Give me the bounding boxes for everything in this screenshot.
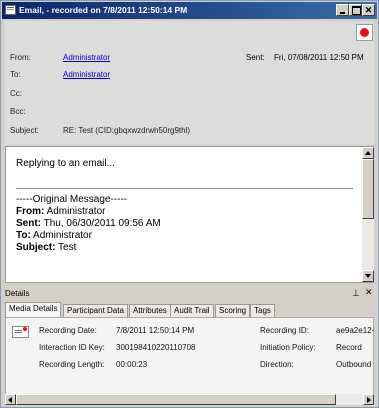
orig-sent-value: Thu, 06/30/2011 09:56 AM — [41, 218, 161, 229]
recording-length-value: 00:00:23 — [116, 360, 148, 369]
sent-value: Fri, 07/08/2011 12:50 PM — [274, 53, 364, 62]
orig-subject-key: Subject: — [16, 242, 56, 253]
from-link[interactable]: Administrator — [63, 53, 110, 62]
direction-label: Direction: — [260, 360, 294, 369]
bcc-label: Bcc: — [10, 107, 26, 116]
orig-subject-line: Subject: Test — [16, 242, 76, 253]
initiation-policy-value: Record — [336, 343, 362, 352]
recording-date-value: 7/8/2011 12:50:14 PM — [116, 326, 195, 335]
scroll-left-button[interactable] — [5, 394, 16, 405]
orig-to-key: To: — [16, 230, 31, 241]
recording-id-value: ae9a2e12- — [336, 326, 375, 335]
orig-sent-key: Sent: — [16, 218, 41, 229]
orig-sent-line: Sent: Thu, 06/30/2011 09:56 AM — [16, 218, 161, 229]
body-vertical-scrollbar[interactable] — [362, 147, 374, 282]
interaction-id-value: 300198410220110708 — [116, 343, 196, 352]
tab-scoring[interactable]: Scoring — [215, 304, 251, 317]
record-icon[interactable] — [356, 24, 373, 41]
email-window-icon — [5, 5, 16, 15]
cc-label: Cc: — [10, 89, 22, 98]
message-body[interactable]: Replying to an email... -----Original Me… — [6, 147, 362, 282]
orig-from-line: From: Administrator — [16, 206, 105, 217]
orig-subject-value: Test — [55, 242, 77, 253]
to-label: To: — [10, 70, 21, 79]
maximize-button[interactable] — [349, 4, 362, 16]
message-body-pane[interactable]: Replying to an email... -----Original Me… — [5, 146, 374, 283]
body-line: Replying to an email... — [16, 158, 115, 169]
details-close-icon[interactable]: ✕ — [365, 287, 373, 298]
pin-icon[interactable]: ⊥ — [352, 288, 360, 299]
orig-from-value: Administrator — [44, 206, 106, 217]
title-bar[interactable]: Email, - recorded on 7/8/2011 12:50:14 P… — [2, 2, 377, 19]
recording-date-label: Recording Date: — [39, 326, 97, 335]
tab-audit-trail[interactable]: Audit Trail — [170, 304, 214, 317]
email-media-icon — [12, 326, 29, 338]
email-window: Email, - recorded on 7/8/2011 12:50:14 P… — [0, 0, 379, 408]
interaction-id-label: Interaction ID Key: — [39, 343, 105, 352]
details-tabs: Media Details Participant Data Attribute… — [5, 302, 374, 317]
initiation-policy-label: Initiation Policy: — [260, 343, 316, 352]
from-label: From: — [10, 53, 31, 62]
body-divider — [16, 188, 353, 189]
subject-value: RE: Test (CID:gbqxwzdrwh50rg9thl) — [63, 126, 191, 135]
scroll-right-button[interactable] — [363, 394, 374, 405]
window-title: Email, - recorded on 7/8/2011 12:50:14 P… — [19, 5, 188, 15]
horizontal-scroll-thumb[interactable] — [16, 394, 336, 405]
orig-to-line: To: Administrator — [16, 230, 92, 241]
subject-label: Subject: — [10, 126, 39, 135]
scroll-thumb[interactable] — [362, 159, 374, 219]
tab-tags[interactable]: Tags — [250, 304, 275, 317]
recording-length-label: Recording Length: — [39, 360, 105, 369]
tab-media-details[interactable]: Media Details — [5, 302, 62, 317]
email-header: From: Administrator Sent: Fri, 07/08/201… — [5, 21, 374, 145]
close-button[interactable]: ✕ — [362, 4, 375, 16]
scroll-down-button[interactable] — [362, 270, 374, 282]
details-panel-title: Details — [5, 289, 30, 298]
original-message-header: -----Original Message----- — [16, 194, 128, 205]
scroll-up-button[interactable] — [362, 147, 374, 159]
tab-participant-data[interactable]: Participant Data — [63, 304, 128, 317]
orig-from-key: From: — [16, 206, 45, 217]
sent-label: Sent: — [246, 53, 265, 62]
details-horizontal-scrollbar[interactable] — [5, 394, 374, 405]
media-details-panel: Recording Date: 7/8/2011 12:50:14 PM Rec… — [5, 317, 374, 402]
minimize-button[interactable] — [336, 4, 349, 16]
orig-to-value: Administrator — [30, 230, 92, 241]
to-link[interactable]: Administrator — [63, 70, 110, 79]
tab-attributes[interactable]: Attributes — [129, 304, 171, 317]
recording-id-label: Recording ID: — [260, 326, 309, 335]
direction-value: Outbound — [336, 360, 372, 369]
